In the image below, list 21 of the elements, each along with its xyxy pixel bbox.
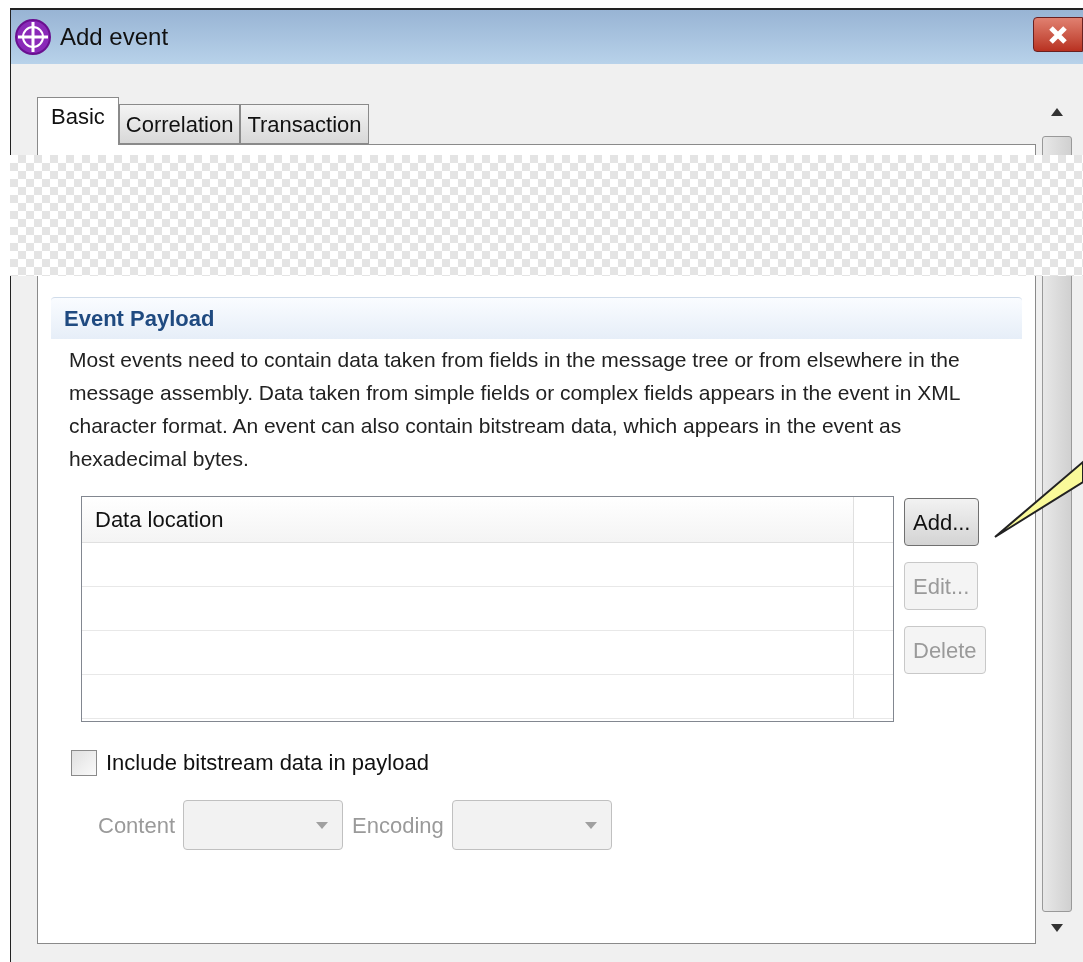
column-header[interactable]: Data location: [82, 497, 854, 542]
combo-label: Content: [98, 811, 176, 840]
dropdown[interactable]: [183, 800, 344, 850]
checkbox-label: Include bitstream data in payload: [106, 749, 429, 777]
combo-label: Encoding: [352, 811, 444, 840]
checkbox[interactable]: [71, 749, 97, 776]
dropdown-arrow-icon: [316, 821, 329, 829]
section-title: Event Payload: [64, 305, 215, 333]
dropdown[interactable]: [451, 800, 612, 850]
dropdown-arrow-icon: [584, 821, 597, 829]
description-text: Most events need to contain data taken from fields in the message tree or from elsewhere in the message assembly. Data taken from simple fields or complex fields appears in the event in XML character format. An event can also contain bitstream data, which appears in the event as hexadecimal bytes.: [69, 347, 961, 472]
window-title: Add event: [60, 22, 169, 52]
app-icon: [14, 18, 52, 56]
scroll-down-icon[interactable]: [1051, 924, 1063, 932]
tab[interactable]: Basic: [37, 97, 119, 145]
tab[interactable]: Transaction: [240, 104, 369, 144]
close-button[interactable]: [1033, 17, 1083, 52]
close-icon: [1048, 24, 1068, 45]
scroll-up-icon[interactable]: [1051, 108, 1063, 116]
button[interactable]: Add...: [904, 498, 980, 546]
tab[interactable]: Correlation: [118, 104, 241, 144]
